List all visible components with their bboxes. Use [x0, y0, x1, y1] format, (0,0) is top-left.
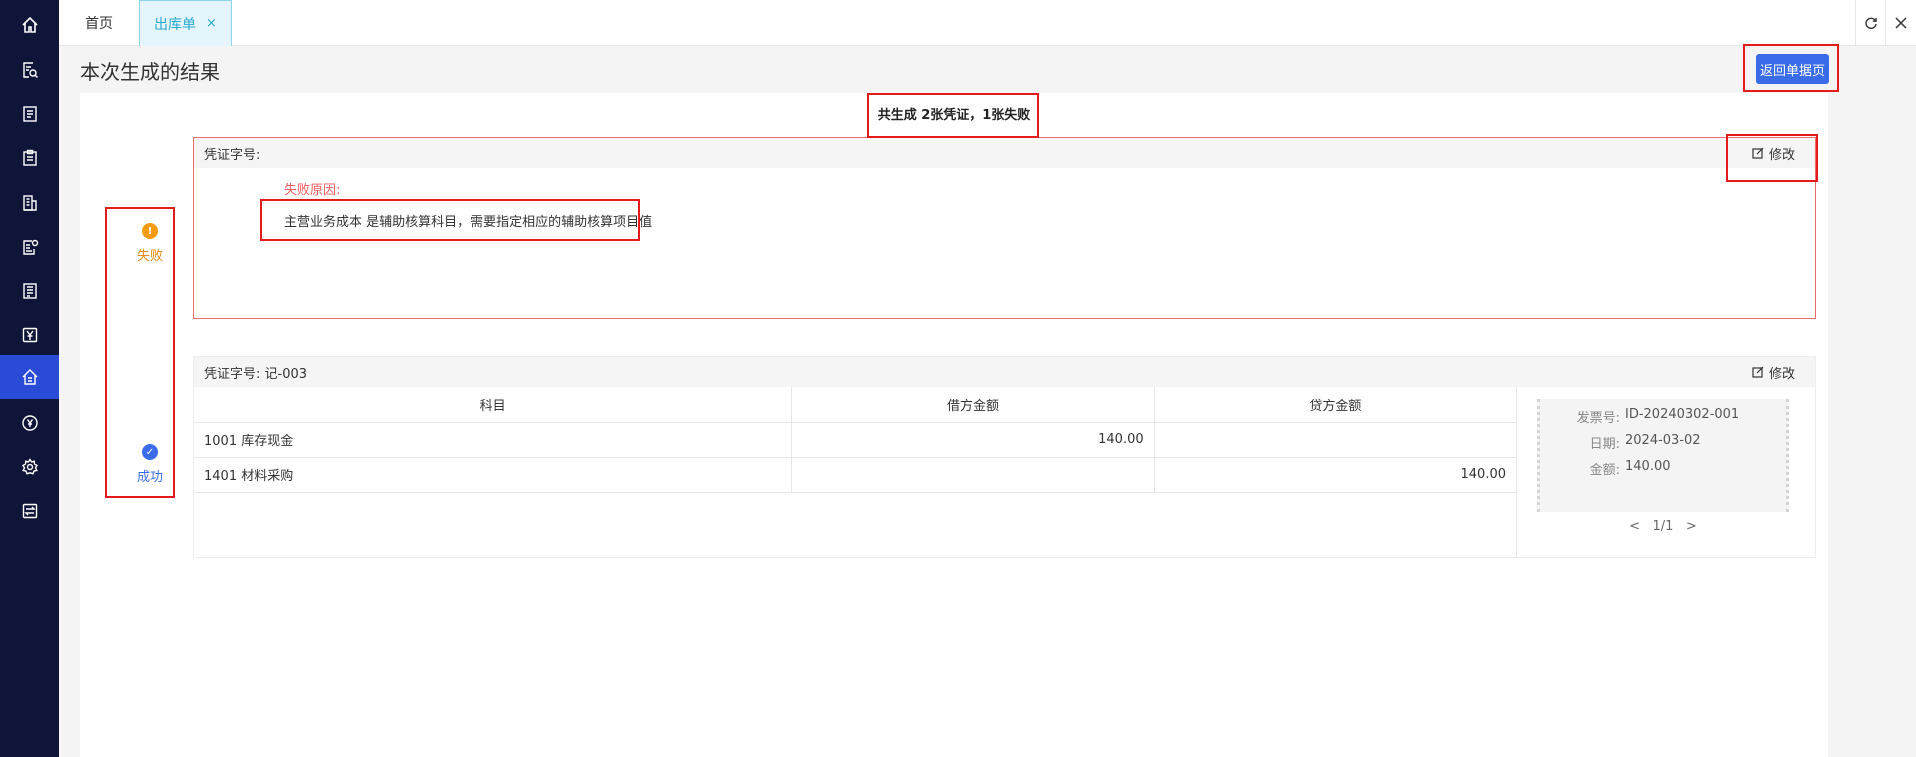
tab-bar: 首页 出库单 ×	[59, 0, 1916, 46]
house-finance-icon	[22, 369, 37, 385]
table-empty-area	[194, 492, 1517, 558]
doc-search-icon	[22, 62, 38, 78]
results-panel: 共生成 2张凭证，1张失败 ! 失败 ✓ 成功 凭证字号: 修改 失败原因: 主…	[80, 93, 1828, 757]
table-row: 1001 库存现金 140.00	[194, 422, 1518, 458]
voucher-number: 凭证字号: 记-003	[204, 366, 308, 382]
failed-voucher-card: 凭证字号: 修改 失败原因: 主营业务成本 是辅助核算科目，需要指定相应的辅助核…	[193, 137, 1816, 319]
sidebar-item-yen-doc[interactable]	[0, 315, 59, 355]
tab-home-label: 首页	[85, 16, 113, 32]
table-row: 1401 材料采购 140.00	[194, 457, 1518, 493]
column-credit: 贷方金额	[1154, 387, 1518, 423]
pager-next-button[interactable]: >	[1686, 519, 1697, 534]
invoice-amount: 140.00	[1625, 459, 1671, 474]
edit-icon	[1752, 366, 1764, 378]
success-voucher-card: 凭证字号: 记-003 修改 科目 借方金额 贷方金额 1001 库存现金 14…	[193, 356, 1816, 558]
clipboard-icon	[22, 149, 37, 166]
cell-debit: 140.00	[791, 422, 1155, 458]
success-voucher-header: 凭证字号: 记-003	[194, 357, 1815, 387]
cell-debit	[791, 457, 1155, 493]
failed-label: 失败	[136, 249, 163, 264]
sidebar-item-house-finance[interactable]	[0, 355, 59, 399]
cell-subject: 1401 材料采购	[194, 457, 793, 493]
failed-badge: !	[142, 223, 158, 239]
sidebar-item-clipboard[interactable]	[0, 138, 59, 178]
failed-edit-label: 修改	[1768, 147, 1795, 163]
success-edit-label: 修改	[1768, 366, 1795, 382]
column-subject: 科目	[194, 387, 793, 423]
list-doc-icon	[22, 106, 37, 122]
doc-settings-icon	[22, 239, 38, 255]
cell-credit: 140.00	[1154, 457, 1518, 493]
invoice-number: ID-20240302-001	[1625, 407, 1740, 422]
pager-prev-button[interactable]: <	[1629, 519, 1640, 534]
tab-outbound-order-label: 出库单	[154, 16, 197, 33]
voucher-number-label: 凭证字号:	[204, 147, 261, 163]
refresh-icon	[1864, 17, 1877, 29]
step-success: ✓ 成功	[120, 444, 180, 485]
column-debit: 借方金额	[791, 387, 1155, 423]
sidebar-item-transfer[interactable]	[0, 491, 59, 531]
invoice-date: 2024-03-02	[1625, 433, 1701, 448]
table-header-row: 科目 借方金额 贷方金额	[194, 387, 1518, 423]
close-icon	[1894, 17, 1907, 29]
invoice-pager: < 1/1 >	[1537, 519, 1789, 534]
invoice-date-label: 日期:	[1589, 437, 1620, 452]
receipt-icon	[22, 283, 37, 299]
sidebar-item-yen-circle[interactable]	[0, 403, 59, 443]
invoice-amount-label: 金额:	[1589, 463, 1620, 478]
yen-circle-icon	[21, 415, 38, 431]
edit-icon	[1752, 147, 1764, 159]
step-failed: ! 失败	[120, 223, 180, 264]
page-title: 本次生成的结果	[80, 60, 220, 84]
home-icon	[21, 16, 38, 33]
gear-icon	[21, 458, 38, 475]
failed-edit-button[interactable]: 修改	[1752, 138, 1795, 168]
result-summary: 共生成 2张凭证，1张失败	[877, 108, 1031, 123]
cell-subject: 1001 库存现金	[194, 422, 793, 458]
close-all-button[interactable]	[1885, 0, 1915, 46]
sidebar-item-settings[interactable]	[0, 447, 59, 487]
tab-outbound-order[interactable]: 出库单 ×	[139, 0, 232, 46]
refresh-button[interactable]	[1855, 0, 1885, 46]
tab-home[interactable]: 首页	[59, 0, 139, 46]
invoice-number-label: 发票号:	[1576, 411, 1620, 426]
invoice-card[interactable]: 发票号: ID-20240302-001 日期: 2024-03-02 金额: …	[1537, 399, 1789, 512]
pager-page-indicator: 1/1	[1652, 519, 1674, 534]
fail-reason-title: 失败原因:	[284, 183, 341, 198]
sidebar-item-building[interactable]	[0, 183, 59, 223]
cell-credit	[1154, 422, 1518, 458]
building-icon	[22, 195, 37, 211]
fail-reason-text: 主营业务成本 是辅助核算科目，需要指定相应的辅助核算项目值	[284, 215, 653, 230]
success-label: 成功	[136, 470, 163, 485]
transfer-icon	[22, 503, 37, 519]
sidebar-item-doc-search[interactable]	[0, 50, 59, 90]
yen-doc-icon	[22, 327, 37, 343]
sidebar-item-home[interactable]	[0, 5, 59, 45]
back-to-list-button[interactable]: 返回单据页	[1756, 54, 1829, 84]
sidebar-item-doc-settings[interactable]	[0, 227, 59, 267]
failed-voucher-header: 凭证字号:	[194, 138, 1815, 168]
voucher-entries-table: 科目 借方金额 贷方金额 1001 库存现金 140.00 1401 材料采购 …	[194, 387, 1518, 493]
sidebar-item-list-doc[interactable]	[0, 94, 59, 134]
success-check-icon: ✓	[142, 444, 158, 460]
sidebar	[0, 0, 59, 757]
success-edit-button[interactable]: 修改	[1752, 357, 1795, 387]
sidebar-item-receipt[interactable]	[0, 271, 59, 311]
tab-close-icon[interactable]: ×	[206, 16, 217, 31]
